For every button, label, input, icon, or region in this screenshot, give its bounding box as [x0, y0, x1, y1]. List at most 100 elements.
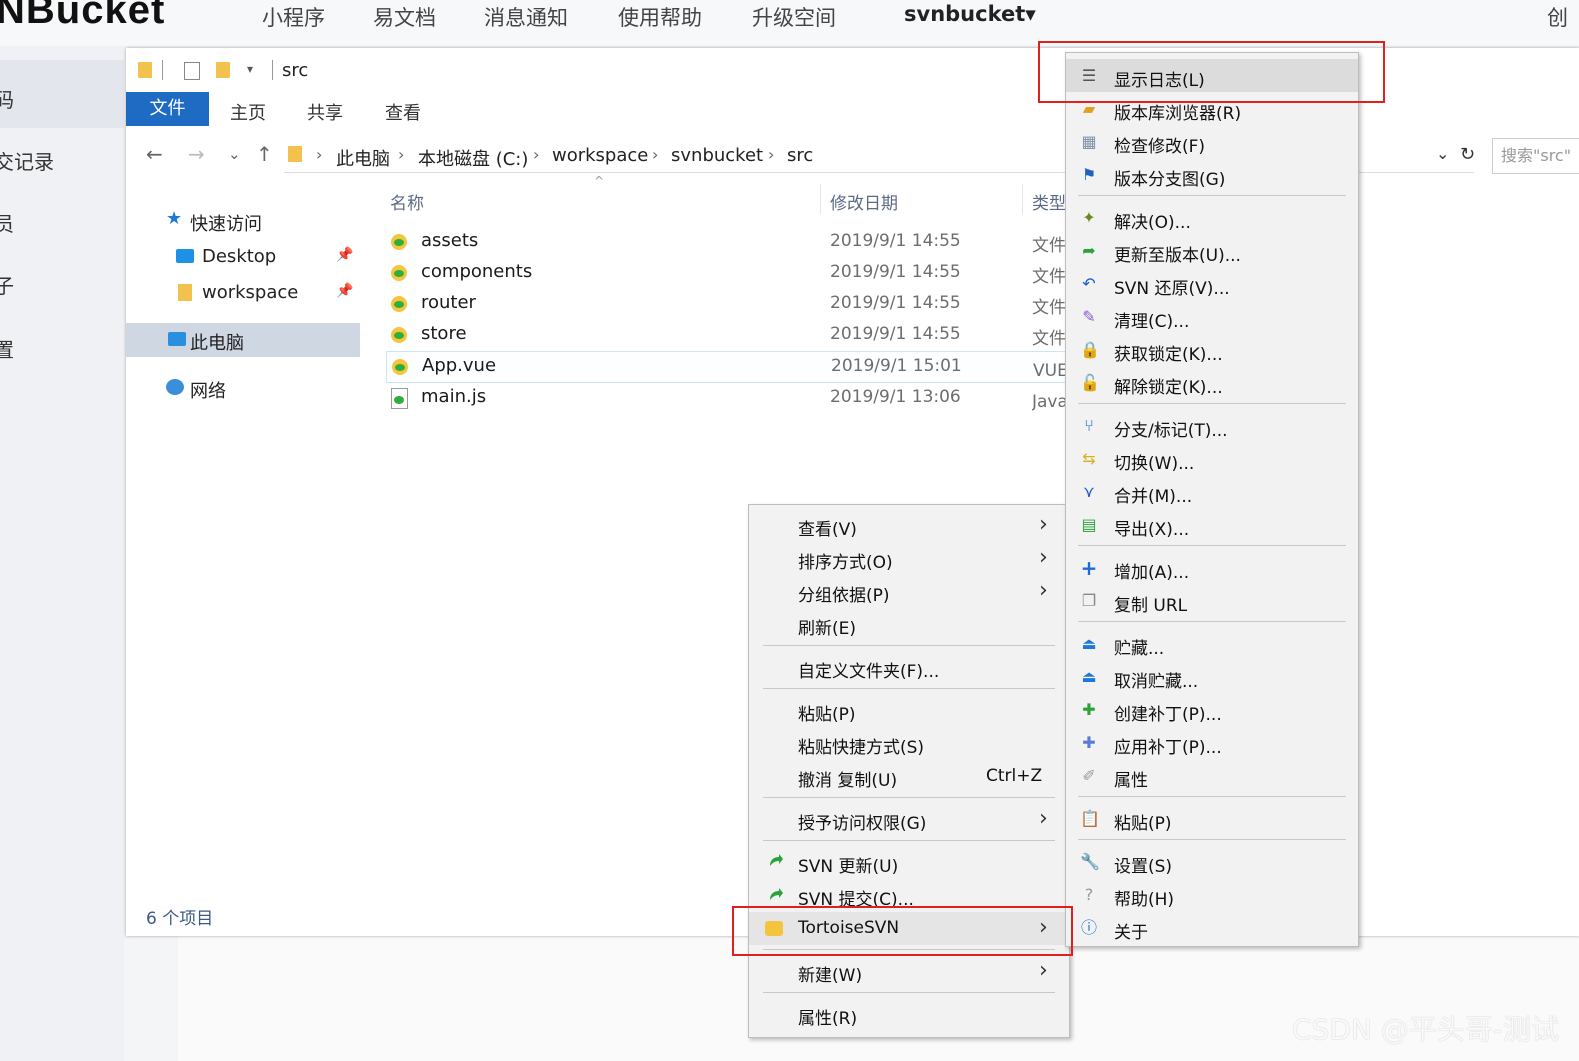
forward-arrow-icon[interactable]: → — [188, 142, 205, 166]
file-row[interactable]: components 2019/9/1 14:55 文件夹 — [386, 258, 1066, 288]
nav-upgrade[interactable]: 升级空间 — [752, 2, 836, 32]
menu-item-add[interactable]: + 增加(A)... — [1066, 551, 1358, 584]
chevron-right-icon[interactable]: › — [652, 145, 658, 164]
menu-shortcut: Ctrl+Z — [986, 766, 1043, 786]
nav-miniapp[interactable]: 小程序 — [262, 2, 325, 32]
tab-home[interactable]: 主页 — [230, 99, 266, 125]
up-arrow-icon[interactable]: ↑ — [256, 142, 273, 166]
site-logo[interactable]: NBucket — [0, 0, 165, 33]
menu-item-group[interactable]: 分组依据(P) › — [749, 575, 1069, 608]
file-row[interactable]: router 2019/9/1 14:55 文件夹 — [386, 289, 1066, 319]
tab-file[interactable]: 文件 — [126, 92, 209, 126]
nav-help[interactable]: 使用帮助 — [618, 2, 702, 32]
column-header-type[interactable]: 类型 — [1032, 189, 1066, 214]
menu-item-copy-url[interactable]: ❐ 复制 URL — [1066, 584, 1358, 617]
unlock-icon: 🔓 — [1080, 373, 1100, 392]
sidebar-item-members[interactable]: 员 — [0, 208, 14, 237]
svn-folder-icon — [391, 296, 407, 312]
back-arrow-icon[interactable]: ← — [146, 142, 163, 166]
column-divider[interactable] — [820, 184, 821, 214]
breadcrumb-src[interactable]: src — [787, 145, 813, 166]
menu-item-apply-patch[interactable]: ✚ 应用补丁(P)... — [1066, 726, 1358, 759]
file-row[interactable]: App.vue 2019/9/1 15:01 VUE 文件 — [386, 351, 1068, 383]
chevron-right-icon[interactable]: › — [316, 145, 322, 164]
info-icon: ⓘ — [1080, 918, 1097, 937]
sidebar-item-sub[interactable]: 子 — [0, 270, 14, 299]
nav-workspace[interactable]: workspace 📌 — [126, 276, 360, 310]
column-header-name[interactable]: 名称 — [390, 189, 424, 214]
menu-item-svn-properties[interactable]: ✐ 属性 — [1066, 759, 1358, 792]
tab-view[interactable]: 查看 — [385, 99, 421, 125]
nav-this-pc[interactable]: 此电脑 — [126, 323, 360, 357]
column-divider[interactable] — [1022, 184, 1023, 214]
chevron-right-icon[interactable]: › — [398, 145, 404, 164]
file-row[interactable]: main.js 2019/9/1 13:06 JavaScript 文件 — [386, 383, 1066, 413]
pin-icon[interactable]: 📌 — [336, 283, 353, 299]
menu-item-about[interactable]: ⓘ 关于 — [1066, 911, 1358, 944]
nav-docs[interactable]: 易文档 — [373, 2, 436, 32]
breadcrumb-drive[interactable]: 本地磁盘 (C:) — [418, 145, 528, 171]
nav-quick-access[interactable]: ★ 快速访问 — [126, 204, 360, 238]
menu-item-unshelve[interactable]: ⏏ 取消贮藏... — [1066, 660, 1358, 693]
sidebar-item-settings[interactable]: 置 — [0, 334, 14, 363]
menu-item-svn-update[interactable]: SVN 更新(U) — [749, 846, 1069, 879]
breadcrumb-svnbucket[interactable]: svnbucket — [671, 145, 763, 166]
menu-item-paste[interactable]: 粘贴(P) — [749, 694, 1069, 727]
apply-patch-icon: ✚ — [1082, 733, 1096, 752]
menu-label: 取消贮藏... — [1114, 672, 1199, 692]
menu-item-new[interactable]: 新建(W) › — [749, 955, 1069, 988]
menu-label: 自定义文件夹(F)... — [798, 662, 940, 682]
recent-chevron-icon[interactable]: ⌄ — [228, 145, 241, 163]
refresh-icon[interactable]: ↻ — [1460, 144, 1475, 165]
menu-item-view[interactable]: 查看(V) › — [749, 509, 1069, 542]
menu-item-refresh[interactable]: 刷新(E) — [749, 608, 1069, 641]
nav-desktop[interactable]: Desktop 📌 — [126, 240, 360, 274]
menu-item-grant-access[interactable]: 授予访问权限(G) › — [749, 803, 1069, 836]
menu-item-update-to-revision[interactable]: ➦ 更新至版本(U)... — [1066, 234, 1358, 267]
chevron-right-icon[interactable]: › — [533, 145, 539, 164]
file-row[interactable]: store 2019/9/1 14:55 文件夹 — [386, 320, 1066, 350]
nav-notifications[interactable]: 消息通知 — [484, 2, 568, 32]
menu-item-create-patch[interactable]: ✚ 创建补丁(P)... — [1066, 693, 1358, 726]
menu-item-help[interactable]: ? 帮助(H) — [1066, 878, 1358, 911]
menu-item-merge[interactable]: ⋎ 合并(M)... — [1066, 475, 1358, 508]
pin-icon[interactable]: 📌 — [336, 247, 353, 263]
sidebar-item-code[interactable]: 码 — [0, 84, 14, 113]
breadcrumb-pc[interactable]: 此电脑 — [336, 145, 390, 171]
menu-item-properties[interactable]: 属性(R) — [749, 998, 1069, 1031]
menu-label: 分支/标记(T)... — [1114, 421, 1228, 441]
nav-create[interactable]: 创 — [1547, 2, 1568, 32]
chevron-right-icon[interactable]: › — [768, 145, 774, 164]
menu-item-settings[interactable]: 🔧 设置(S) — [1066, 845, 1358, 878]
menu-item-check-modifications[interactable]: ▦ 检查修改(F) — [1066, 125, 1358, 158]
column-header-date[interactable]: 修改日期 — [830, 189, 898, 214]
menu-item-get-lock[interactable]: 🔒 获取锁定(K)... — [1066, 333, 1358, 366]
file-row[interactable]: assets 2019/9/1 14:55 文件夹 — [386, 227, 1066, 257]
breadcrumb-workspace[interactable]: workspace — [552, 145, 648, 166]
repo-dropdown[interactable]: svnbucket▾ — [904, 2, 1036, 26]
menu-item-branch-tag[interactable]: ⑂ 分支/标记(T)... — [1066, 409, 1358, 442]
new-folder-icon[interactable] — [216, 62, 230, 78]
dropdown-chevron-icon[interactable]: ⌄ — [1436, 144, 1449, 163]
menu-item-export[interactable]: ▤ 导出(X)... — [1066, 508, 1358, 541]
tab-share[interactable]: 共享 — [307, 99, 343, 125]
menu-item-sort[interactable]: 排序方式(O) › — [749, 542, 1069, 575]
menu-item-cleanup[interactable]: ✎ 清理(C)... — [1066, 300, 1358, 333]
menu-item-resolve[interactable]: ✦ 解决(O)... — [1066, 201, 1358, 234]
menu-item-shelve[interactable]: ⏏ 贮藏... — [1066, 627, 1358, 660]
menu-label: 检查修改(F) — [1114, 137, 1206, 157]
sidebar-item-commits[interactable]: 交记录 — [0, 146, 54, 175]
menu-item-paste-shortcut[interactable]: 粘贴快捷方式(S) — [749, 727, 1069, 760]
properties-icon[interactable] — [184, 62, 200, 80]
menu-item-svn-paste[interactable]: 📋 粘贴(P) — [1066, 802, 1358, 835]
search-input[interactable]: 搜索"src" — [1492, 138, 1579, 174]
menu-item-switch[interactable]: ⇆ 切换(W)... — [1066, 442, 1358, 475]
nav-label: Desktop — [202, 246, 277, 267]
menu-item-release-lock[interactable]: 🔓 解除锁定(K)... — [1066, 366, 1358, 399]
menu-item-revision-graph[interactable]: ⚑ 版本分支图(G) — [1066, 158, 1358, 191]
chevron-down-icon[interactable]: ▾ — [247, 62, 253, 76]
menu-item-revert[interactable]: ↶ SVN 还原(V)... — [1066, 267, 1358, 300]
menu-item-customize[interactable]: 自定义文件夹(F)... — [749, 651, 1069, 684]
menu-item-undo[interactable]: 撤消 复制(U) Ctrl+Z — [749, 760, 1069, 793]
nav-network[interactable]: 网络 — [126, 371, 360, 405]
